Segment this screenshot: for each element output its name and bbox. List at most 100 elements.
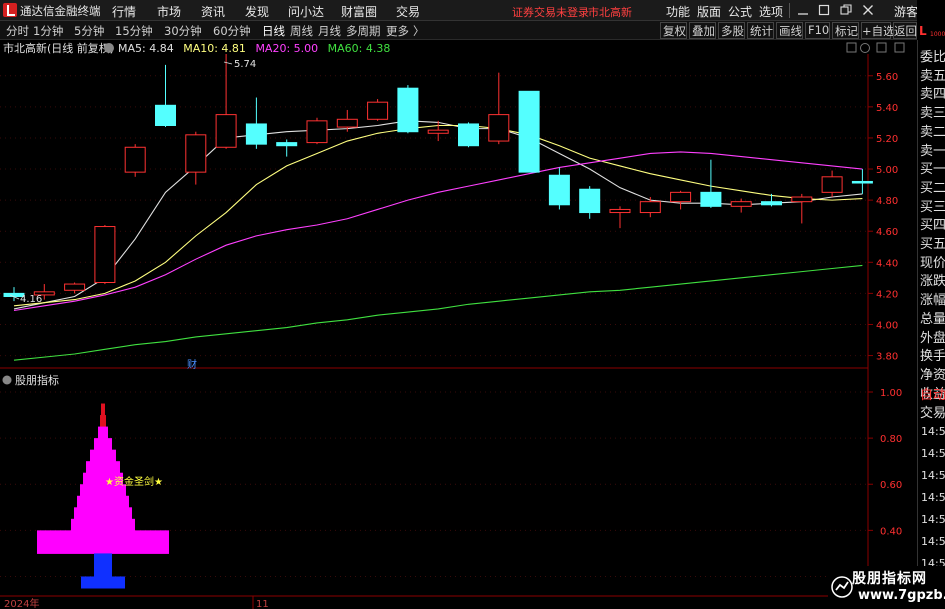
indicator-bar xyxy=(94,553,112,566)
btn-duogu[interactable]: 多股 xyxy=(721,23,744,39)
stock-chart-label: 市北高新(日线 前复权) xyxy=(3,41,114,55)
tab-15min[interactable]: 15分钟 xyxy=(115,23,153,39)
candle-up xyxy=(488,114,510,142)
quote-field-label: 买一 xyxy=(920,162,945,178)
indicator-bar xyxy=(37,530,169,543)
ma60-label: MA60: 4.38 xyxy=(328,42,391,55)
btn-f10[interactable]: F10 xyxy=(808,23,829,37)
high-price-label: 5.74 xyxy=(234,59,256,70)
candle-down xyxy=(700,191,722,207)
candle-down xyxy=(579,188,601,214)
menu-hangqing[interactable]: 行情 xyxy=(112,3,136,20)
tab-monthly[interactable]: 月线 xyxy=(318,23,341,39)
menu-shichang[interactable]: 市场 xyxy=(157,3,181,20)
tab-1min[interactable]: 1分钟 xyxy=(33,23,63,39)
chart-corner-icons[interactable] xyxy=(846,42,905,53)
candle-down xyxy=(155,104,176,127)
btn-back[interactable]: 返回 xyxy=(894,23,917,39)
user-guest[interactable]: 游客 xyxy=(894,3,918,20)
more-chevron-icon[interactable]: 〉 xyxy=(413,23,425,39)
btn-fuquan[interactable]: 复权 xyxy=(663,23,686,39)
watermark: 股朋指标网 www.7gpzb.com xyxy=(828,566,945,609)
btn-huaxian[interactable]: 画线 xyxy=(779,23,802,39)
quote-field-label: 总量 xyxy=(920,311,945,327)
price-axis: 5.60 5.40 5.20 5.00 4.80 4.60 4.40 4.20 4.00 3.80 xyxy=(868,72,898,363)
maximize-icon[interactable] xyxy=(816,2,832,18)
quote-field-label: 卖二 xyxy=(920,124,945,140)
period-toolbar: 分时 1分钟 5分钟 15分钟 30分钟 60分钟 日线 周线 月线 多周期 更… xyxy=(0,21,945,40)
quote-field-label: 现价 xyxy=(920,255,945,271)
candle-down xyxy=(761,201,782,206)
candle-up xyxy=(306,120,328,144)
menu-gongshi[interactable]: 公式 xyxy=(728,3,752,20)
menu-gongneng[interactable]: 功能 xyxy=(666,3,690,20)
ma-line-ma60 xyxy=(13,264,863,361)
price-tick-label: 5.20 xyxy=(876,134,898,145)
menu-banmian[interactable]: 版面 xyxy=(697,3,721,20)
candle-up xyxy=(821,176,843,193)
quote-field-label: 卖一 xyxy=(920,143,945,159)
price-tick-label: 4.40 xyxy=(876,258,898,269)
close-icon[interactable] xyxy=(860,2,876,18)
indicator-bar xyxy=(101,403,105,416)
quote-field-label: 卖三 xyxy=(920,106,945,122)
trade-time: 14:56 xyxy=(921,425,945,438)
level-label[interactable]: L xyxy=(919,24,927,38)
indicator-bar xyxy=(94,438,112,451)
menu-caifuquan[interactable]: 财富圈 xyxy=(341,3,377,20)
menu-jiaoyi[interactable]: 交易 xyxy=(396,3,420,20)
trade-label: 交易 xyxy=(920,406,945,421)
quote-field-label: 买四 xyxy=(920,218,945,234)
tab-daily[interactable]: 日线 xyxy=(262,23,285,39)
kline-chart[interactable]: 市北高新(日线 前复权) MA5: 4.84 MA10: 4.81 MA20: … xyxy=(0,40,915,609)
menu-wenxiaoda[interactable]: 问小达 xyxy=(288,3,324,20)
watermark-url: www.7gpzb.com xyxy=(858,588,945,603)
btn-tongji[interactable]: 统计 xyxy=(750,23,773,39)
tab-fenshi[interactable]: 分时 xyxy=(6,23,29,39)
timeline-month: 11 xyxy=(256,599,269,609)
btn-diejia[interactable]: 叠加 xyxy=(692,23,715,39)
indicator-settings-icon[interactable] xyxy=(2,375,12,385)
price-tick-label: 5.60 xyxy=(876,72,898,83)
quote-field-label: 卖四 xyxy=(920,87,945,103)
quote-field-label: 买三 xyxy=(920,199,945,215)
btn-biaoji[interactable]: 标记 xyxy=(835,23,858,39)
tab-multi-period[interactable]: 多周期 xyxy=(346,23,381,39)
indicator-bar xyxy=(71,518,135,531)
indicator-bar xyxy=(81,576,125,589)
menu-zixun[interactable]: 资讯 xyxy=(201,3,225,20)
candle-down xyxy=(851,180,873,184)
tab-more[interactable]: 更多 xyxy=(386,23,409,39)
candle-up xyxy=(367,101,389,120)
indicator-bars xyxy=(37,403,169,589)
tab-60min[interactable]: 60分钟 xyxy=(213,23,251,39)
quote-side-panel: 委比 卖五 卖四 卖三 卖二 卖一 买一 买二 买三 买四 买五 现价 涨跌 涨幅 总量 外盘 换手 净资 收益 自动… xyxy=(917,40,945,609)
expand-icon xyxy=(876,42,887,53)
ma5-label: MA5: 4.84 xyxy=(118,42,174,55)
info-icon xyxy=(860,43,870,53)
title-bar: 通达信金融终端 行情 市场 资讯 发现 问小达 财富圈 交易 证券交易未登录 市… xyxy=(0,0,945,21)
login-status-warning[interactable]: 证券交易未登录 xyxy=(512,4,589,20)
candle-up xyxy=(124,146,146,173)
trade-time: 14:56 xyxy=(921,491,945,504)
indicator-tick-label: 0.40 xyxy=(880,526,902,537)
minimize-icon[interactable] xyxy=(795,2,811,18)
tab-5min[interactable]: 5分钟 xyxy=(74,23,104,39)
indicator-bar xyxy=(98,426,108,439)
btn-add-watchlist[interactable]: +自选 xyxy=(862,23,895,39)
restore-icon[interactable] xyxy=(838,2,854,18)
ma20-label: MA20: 5.00 xyxy=(255,42,318,55)
ma10-label: MA10: 4.81 xyxy=(183,42,246,55)
menu-faxian[interactable]: 发现 xyxy=(245,3,269,20)
candle-up xyxy=(791,196,813,203)
menu-xuanxiang[interactable]: 选项 xyxy=(759,3,783,20)
tab-weekly[interactable]: 周线 xyxy=(290,23,313,39)
candle-up xyxy=(215,114,237,148)
quote-field-label: 换手 xyxy=(920,349,945,365)
indicator-tick-label: 0.80 xyxy=(880,434,902,445)
finance-event-marker[interactable]: 财 xyxy=(187,358,197,371)
tab-30min[interactable]: 30分钟 xyxy=(164,23,202,39)
indicator-bar xyxy=(90,449,116,462)
quote-field-label: 卖五 xyxy=(920,68,945,84)
chart-settings-icon[interactable] xyxy=(104,43,114,53)
